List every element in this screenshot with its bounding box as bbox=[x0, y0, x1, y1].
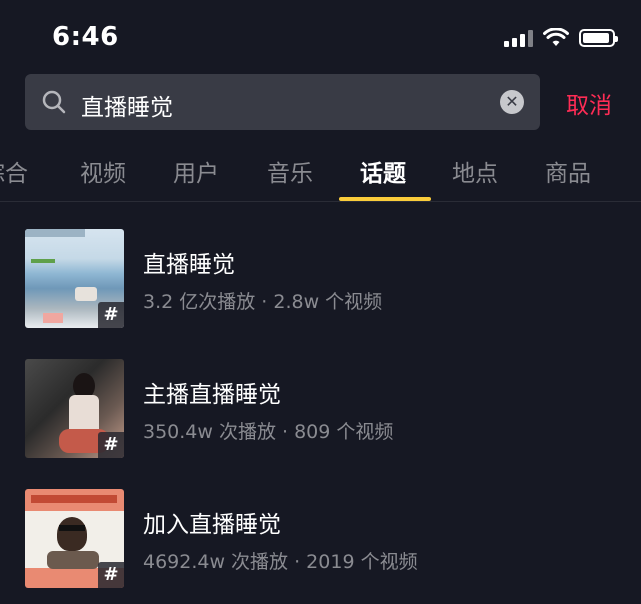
search-icon bbox=[42, 90, 66, 114]
search-input[interactable]: 直播睡觉 bbox=[81, 88, 173, 122]
wifi-icon bbox=[543, 28, 569, 46]
cancel-button[interactable]: 取消 bbox=[566, 86, 612, 120]
status-time: 6:46 bbox=[52, 22, 119, 52]
search-box[interactable]: 直播睡觉 ✕ bbox=[25, 74, 540, 130]
hashtag-icon: # bbox=[98, 302, 124, 328]
topic-meta: 4692.4w 次播放 · 2019 个视频 bbox=[143, 551, 418, 573]
hashtag-icon: # bbox=[98, 432, 124, 458]
tabs-divider bbox=[0, 201, 641, 202]
battery-icon bbox=[579, 28, 618, 47]
tab-videos[interactable]: 视频 bbox=[80, 154, 126, 188]
topic-item[interactable]: # 加入直播睡觉 4692.4w 次播放 · 2019 个视频 bbox=[0, 489, 641, 589]
topic-item[interactable]: # 直播睡觉 3.2 亿次播放 · 2.8w 个视频 bbox=[0, 229, 641, 329]
topic-item[interactable]: # 主播直播睡觉 350.4w 次播放 · 809 个视频 bbox=[0, 359, 641, 459]
topic-title: 直播睡觉 bbox=[143, 252, 235, 278]
tab-users[interactable]: 用户 bbox=[173, 154, 219, 188]
status-icons bbox=[504, 28, 618, 47]
topic-title: 加入直播睡觉 bbox=[143, 512, 281, 538]
hashtag-icon: # bbox=[98, 562, 124, 588]
tab-products[interactable]: 商品 bbox=[545, 154, 591, 188]
clear-search-icon[interactable]: ✕ bbox=[500, 90, 524, 114]
topic-thumbnail: # bbox=[25, 359, 124, 458]
topic-meta: 350.4w 次播放 · 809 个视频 bbox=[143, 421, 394, 443]
topic-thumbnail: # bbox=[25, 489, 124, 588]
tab-comprehensive[interactable]: 综合 bbox=[0, 154, 28, 188]
tab-locations[interactable]: 地点 bbox=[452, 154, 498, 188]
topic-title: 主播直播睡觉 bbox=[143, 382, 281, 408]
topic-meta: 3.2 亿次播放 · 2.8w 个视频 bbox=[143, 291, 383, 313]
cellular-signal-icon bbox=[504, 29, 533, 47]
tab-topics[interactable]: 话题 bbox=[360, 154, 406, 188]
category-tabs: 综合 视频 用户 音乐 话题 地点 商品 bbox=[0, 150, 641, 202]
topic-thumbnail: # bbox=[25, 229, 124, 328]
status-bar: 6:46 bbox=[0, 0, 641, 70]
tab-music[interactable]: 音乐 bbox=[267, 154, 313, 188]
